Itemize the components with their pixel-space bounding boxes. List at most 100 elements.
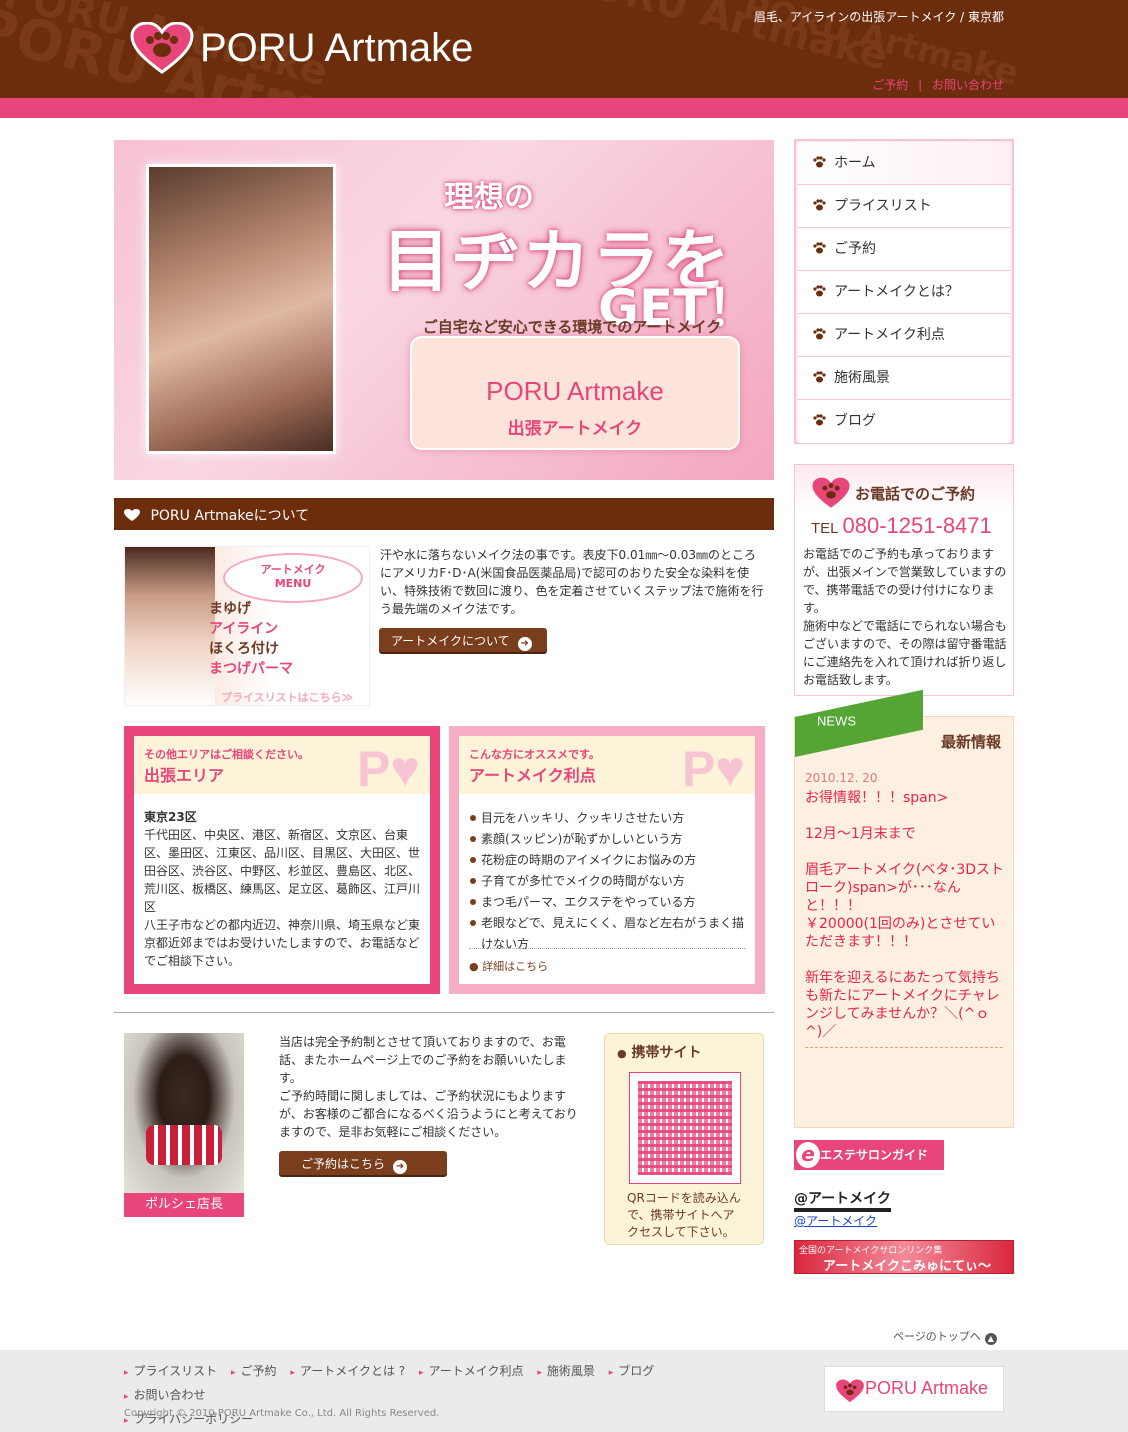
mobile-site-box: ● 携帯サイト QRコードを読み込んで、携帯サイトへアクセスして下さい。 xyxy=(604,1033,764,1245)
footer-link-gallery[interactable]: 施術風景 xyxy=(537,1364,595,1378)
footer-logo-text: PORU Artmake xyxy=(865,1378,989,1398)
paw-icon xyxy=(813,414,826,426)
heart-paw-icon xyxy=(812,477,850,508)
area-box-small: その他エリアはご相談ください。 xyxy=(144,748,309,761)
sidebar-item-label: 施術風景 xyxy=(834,370,890,386)
sidebar-item-merit[interactable]: アートメイク利点 xyxy=(798,314,1010,357)
footer-logo[interactable]: PORU Artmake xyxy=(824,1366,1004,1412)
dog-sweater xyxy=(146,1125,222,1165)
footer-link-about[interactable]: アートメイクとは ? xyxy=(290,1364,405,1378)
tel-number[interactable]: TEL 080-1251-8471 xyxy=(811,513,992,539)
section-divider xyxy=(114,1012,774,1013)
about-button-label: アートメイクについて xyxy=(391,634,510,648)
sidebar-item-home[interactable]: ホーム xyxy=(798,142,1010,185)
esthe-salon-guide-banner[interactable]: e エステサロンガイド xyxy=(794,1140,944,1170)
list-item: 目元をハッキリ、クッキリさせたい方 xyxy=(469,808,745,829)
sidebar-item-pricelist[interactable]: プライスリスト xyxy=(798,185,1010,228)
arrow-up-icon: ▲ xyxy=(984,1333,997,1345)
footer-link-contact[interactable]: お問い合わせ xyxy=(124,1388,206,1402)
site-logo[interactable]: PORU Artmake xyxy=(130,22,473,74)
about-text: 汗や水に落ちないメイク法の事です。表皮下0.01㎜～0.03㎜のところにアメリカ… xyxy=(380,548,764,616)
sidebar-item-about[interactable]: アートメイクとは？ xyxy=(798,271,1010,314)
merit-box-title: アートメイク利点 xyxy=(469,766,596,785)
sidebar-item-label: アートメイクとは？ xyxy=(834,284,959,300)
header-links: ご予約 | お問い合わせ xyxy=(872,76,1004,93)
news-box: NEWS 最新情報 2010.12. 20 お得情報！！！span> 12月～1… xyxy=(794,689,1014,1128)
menu-bubble-line1: アートメイク xyxy=(260,563,326,576)
tel-title: お電話でのご予約 xyxy=(855,485,976,503)
esthe-label: エステサロンガイド xyxy=(820,1148,929,1162)
artmake-menu-banner[interactable]: アートメイク MENU まゆげ アイライン ほくろ付け まつげパーマ プライスリ… xyxy=(124,546,370,706)
about-title-text: PORU Artmakeについて xyxy=(150,508,310,524)
owner-dog-card: ポルシェ店長 xyxy=(124,1033,244,1217)
about-artmake-button[interactable]: アートメイクについて ➜ xyxy=(379,628,547,652)
qr-code[interactable] xyxy=(629,1072,741,1184)
arrow-right-icon: ➜ xyxy=(517,637,532,651)
sidebar-item-gallery[interactable]: 施術風景 xyxy=(798,357,1010,400)
list-item: 素顔(スッピン)が恥ずかしいという方 xyxy=(469,829,745,850)
sidebar-item-label: ホーム xyxy=(834,155,876,171)
heart-paw-icon xyxy=(836,1379,864,1403)
news-ribbon-label: NEWS xyxy=(817,713,856,729)
dog-photo xyxy=(124,1033,244,1193)
footer-link-reserve[interactable]: ご予約 xyxy=(231,1364,277,1378)
menu-pricelist-link[interactable]: プライスリストはこちら≫ xyxy=(221,689,353,705)
paw-icon: ● xyxy=(617,1047,627,1060)
list-item: 花粉症の時期のアイメイクにお悩みの方 xyxy=(469,850,745,871)
sidebar-item-reserve[interactable]: ご予約 xyxy=(798,228,1010,271)
footer-link-merit[interactable]: アートメイク利点 xyxy=(419,1364,524,1378)
news-body: お得情報！！！span> 12月～1月末まで 眉毛アートメイク(ベタ･3Dストロ… xyxy=(805,790,1005,1040)
artmake-community-banner[interactable]: 全国のアートメイクサロンリンク集 アートメイクこみゅにてぃ～ xyxy=(794,1240,1014,1274)
dog-label: ポルシェ店長 xyxy=(124,1193,244,1217)
area-subtitle: 東京23区 xyxy=(144,810,197,824)
tel-label: TEL xyxy=(811,520,839,537)
at-artmake-link[interactable]: @アートメイク xyxy=(794,1212,877,1229)
header-link-reserve[interactable]: ご予約 xyxy=(872,78,908,92)
news-divider xyxy=(805,1047,1003,1048)
merit-list: 目元をハッキリ、クッキリさせたい方 素顔(スッピン)が恥ずかしいという方 花粉症… xyxy=(469,808,745,955)
paw-icon xyxy=(813,242,826,254)
paw-icon xyxy=(813,371,826,383)
area-box-header: その他エリアはご相談ください。 出張エリア P♥ xyxy=(134,736,430,797)
merit-more-link[interactable]: ● 詳細はこちら xyxy=(469,958,548,974)
menu-item: まつげパーマ xyxy=(209,661,293,677)
sidebar-item-label: プライスリスト xyxy=(834,198,932,214)
merit-box: こんな方にオススメです。 アートメイク利点 P♥ 目元をハッキリ、クッキリさせた… xyxy=(449,726,765,994)
page-top-label: ページのトップへ xyxy=(893,1330,981,1343)
reservation-button-label: ご予約はこちら xyxy=(301,1157,386,1171)
sidebar-item-label: ご予約 xyxy=(834,241,876,257)
reservation-button[interactable]: ご予約はこちら ➜ xyxy=(279,1151,447,1175)
paw-icon xyxy=(813,285,826,297)
footer-copyright: Copyright © 2010 PORU Artmake Co., Ltd. … xyxy=(124,1408,440,1419)
tel-number-text: 080-1251-8471 xyxy=(842,513,992,538)
footer-link-pricelist[interactable]: プライスリスト xyxy=(124,1364,217,1378)
sidebar-nav: ホーム プライスリスト ご予約 アートメイクとは？ アートメイク利点 施術風景 … xyxy=(794,139,1014,444)
merit-box-header: こんな方にオススメです。 アートメイク利点 P♥ xyxy=(459,736,755,797)
merit-box-small: こんな方にオススメです。 xyxy=(469,748,600,761)
tel-header: お電話でのご予約 xyxy=(795,465,1013,511)
menu-model-photo xyxy=(125,547,215,705)
news-ribbon: NEWS xyxy=(795,689,923,757)
site-footer: プライスリスト ご予約 アートメイクとは ? アートメイク利点 施術風景 ブログ… xyxy=(0,1350,1128,1432)
menu-item: アイライン xyxy=(209,621,279,637)
footer-link-blog[interactable]: ブログ xyxy=(609,1364,655,1378)
list-item: 子育てが多忙でメイクの時間がない方 xyxy=(469,871,745,892)
header-link-separator: | xyxy=(918,78,923,92)
sidebar-item-blog[interactable]: ブログ xyxy=(798,400,1010,443)
paw-icon xyxy=(813,199,826,211)
esthe-logo-icon: e xyxy=(796,1142,820,1168)
area-box-inner: その他エリアはご相談ください。 出張エリア P♥ 東京23区 千代田区、中央区、… xyxy=(134,736,430,984)
site-header: PORU Artmake PORU Artmake PORU Artmake P… xyxy=(0,0,1128,98)
about-section-title: PORU Artmakeについて xyxy=(114,498,774,530)
header-link-contact[interactable]: お問い合わせ xyxy=(932,78,1004,92)
menu-bubble-line2: MENU xyxy=(274,577,312,590)
logo-text: PORU Artmake xyxy=(200,25,474,70)
hero-info-box: ご自宅など安心できる環境でのアートメイク PORU Artmake 出張アートメ… xyxy=(410,318,740,450)
menu-item: まゆげ xyxy=(209,601,251,617)
page-top-link[interactable]: ページのトップへ ▲ xyxy=(893,1328,997,1345)
area-wards: 千代田区、中央区、港区、新宿区、文京区、台東区、墨田区、江東区、品川区、目黒区、… xyxy=(144,828,421,914)
area-box-body: 東京23区 千代田区、中央区、港区、新宿区、文京区、台東区、墨田区、江東区、品川… xyxy=(144,808,420,970)
arrow-right-icon: ➜ xyxy=(393,1160,408,1174)
at-artmake-logo[interactable]: @アートメイク xyxy=(794,1188,891,1212)
heart-icon xyxy=(124,509,140,521)
